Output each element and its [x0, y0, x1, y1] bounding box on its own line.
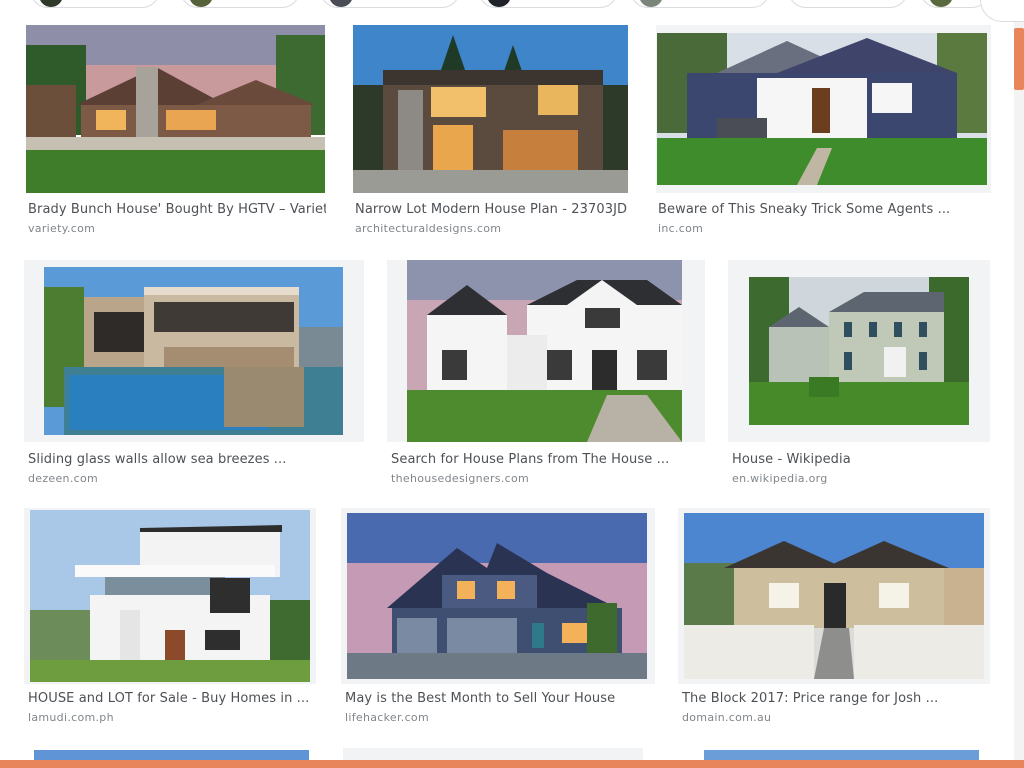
house-photo-icon — [407, 260, 682, 442]
chip-thumbnail-icon — [929, 0, 953, 7]
chip-thumbnail-icon — [189, 0, 213, 7]
chip-thumbnail-icon — [329, 0, 353, 7]
result-source[interactable]: en.wikipedia.org — [732, 472, 828, 485]
result-image[interactable] — [30, 510, 310, 682]
related-search-chip[interactable] — [788, 0, 908, 8]
result-image[interactable] — [44, 267, 343, 435]
result-image[interactable] — [26, 25, 325, 193]
image-result-card[interactable]: Beware of This Sneaky Trick Some Agents … — [656, 25, 991, 240]
result-source[interactable]: inc.com — [658, 222, 703, 235]
result-title[interactable]: The Block 2017: Price range for Josh ... — [682, 691, 987, 706]
image-result-card[interactable]: May is the Best Month to Sell Your House… — [341, 508, 655, 730]
house-photo-icon — [353, 25, 628, 193]
related-search-chip[interactable] — [30, 0, 160, 8]
house-photo-icon — [657, 33, 987, 185]
result-title[interactable]: Search for House Plans from The House ..… — [391, 452, 701, 467]
result-image[interactable] — [684, 513, 984, 679]
bottom-accent-bar — [0, 760, 1024, 768]
image-result-card[interactable]: Narrow Lot Modern House Plan - 23703JD .… — [353, 25, 633, 240]
related-search-chip[interactable] — [180, 0, 300, 8]
result-title[interactable]: House - Wikipedia — [732, 452, 987, 467]
result-image[interactable] — [749, 277, 969, 425]
result-image[interactable] — [407, 260, 682, 442]
result-image[interactable] — [657, 33, 987, 185]
chip-thumbnail-icon — [39, 0, 63, 7]
result-source[interactable]: lamudi.com.ph — [28, 711, 114, 724]
house-photo-icon — [347, 513, 647, 679]
result-source[interactable]: dezeen.com — [28, 472, 98, 485]
house-photo-icon — [44, 267, 343, 435]
result-title[interactable]: Narrow Lot Modern House Plan - 23703JD .… — [355, 202, 630, 217]
result-image[interactable] — [347, 513, 647, 679]
result-source[interactable]: lifehacker.com — [345, 711, 429, 724]
result-source[interactable]: thehousedesigners.com — [391, 472, 529, 485]
image-result-card[interactable]: Brady Bunch House' Bought By HGTV – Vari… — [26, 25, 326, 240]
chip-thumbnail-icon — [487, 0, 511, 7]
vertical-scrollbar[interactable] — [1014, 0, 1024, 768]
result-title[interactable]: Sliding glass walls allow sea breezes ..… — [28, 452, 358, 467]
result-source[interactable]: domain.com.au — [682, 711, 771, 724]
image-result-card[interactable]: House - Wikipedia en.wikipedia.org — [728, 260, 990, 490]
house-photo-icon — [684, 513, 984, 679]
chip-thumbnail-icon — [639, 0, 663, 7]
image-result-card[interactable]: Search for House Plans from The House ..… — [387, 260, 705, 490]
related-search-chip[interactable] — [478, 0, 618, 8]
result-source[interactable]: architecturaldesigns.com — [355, 222, 501, 235]
result-title[interactable]: Brady Bunch House' Bought By HGTV – Vari… — [28, 202, 326, 217]
related-search-chip[interactable] — [630, 0, 770, 8]
result-title[interactable]: May is the Best Month to Sell Your House — [345, 691, 650, 706]
image-result-card[interactable]: Sliding glass walls allow sea breezes ..… — [24, 260, 364, 490]
chip-strip-next-button[interactable] — [980, 0, 1024, 22]
related-search-chip[interactable] — [320, 0, 460, 8]
image-result-card[interactable]: HOUSE and LOT for Sale - Buy Homes in ..… — [24, 508, 316, 730]
house-photo-icon — [26, 25, 325, 193]
result-title[interactable]: Beware of This Sneaky Trick Some Agents … — [658, 202, 988, 217]
house-photo-icon — [749, 277, 969, 425]
house-photo-icon — [30, 510, 310, 682]
related-searches-strip — [0, 0, 1024, 12]
result-title[interactable]: HOUSE and LOT for Sale - Buy Homes in ..… — [28, 691, 313, 706]
image-result-card[interactable]: The Block 2017: Price range for Josh ...… — [678, 508, 990, 730]
result-image[interactable] — [353, 25, 628, 193]
result-source[interactable]: variety.com — [28, 222, 95, 235]
scrollbar-thumb[interactable] — [1014, 28, 1024, 90]
